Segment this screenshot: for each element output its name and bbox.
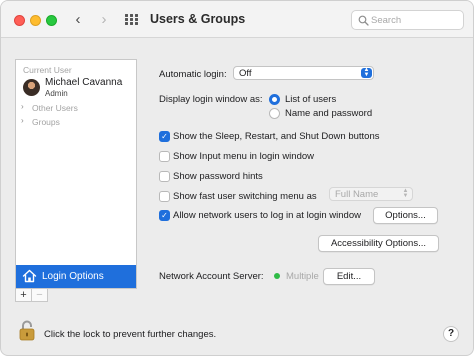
search-icon [358, 15, 369, 26]
show-all-grid-icon[interactable] [125, 14, 138, 25]
automatic-login-label: Automatic login: [159, 69, 227, 80]
lock-icon[interactable] [18, 319, 36, 341]
disclosure-chevron-icon[interactable]: › [21, 116, 24, 125]
fast-user-switching-label[interactable]: Show fast user switching menu as [173, 191, 317, 202]
status-dot [274, 273, 280, 279]
updown-chevron-icon: ▲ ▼ [361, 67, 372, 78]
show-sleep-restart-checkbox[interactable]: ✓ [159, 131, 170, 142]
lock-status-text: Click the lock to prevent further change… [44, 329, 217, 340]
disclosure-chevron-icon[interactable]: › [21, 102, 24, 111]
help-button[interactable]: ? [443, 326, 459, 342]
network-account-server-label: Network Account Server: [159, 271, 264, 282]
show-password-hints-label[interactable]: Show password hints [173, 171, 263, 182]
remove-user-button[interactable]: − [31, 289, 48, 302]
back-button[interactable]: ‹ [69, 11, 87, 29]
network-status-text: Multiple [286, 271, 319, 282]
close-window-button[interactable] [14, 15, 25, 26]
users-groups-window: ‹ › Users & Groups Current User Michael … [0, 0, 474, 356]
toolbar: ‹ › Users & Groups [1, 1, 473, 38]
display-login-window-label: Display login window as: [159, 94, 263, 105]
minimize-window-button[interactable] [30, 15, 41, 26]
allow-network-users-checkbox[interactable]: ✓ [159, 210, 170, 221]
current-user-header: Current User [23, 65, 72, 75]
automatic-login-value: Off [239, 68, 252, 79]
user-role: Admin [45, 89, 68, 98]
window-title: Users & Groups [150, 12, 246, 26]
add-user-button[interactable]: + [15, 289, 32, 302]
show-password-hints-checkbox[interactable] [159, 171, 170, 182]
sidebar-item-label: Other Users [32, 103, 78, 113]
avatar [23, 79, 40, 96]
show-input-menu-checkbox[interactable] [159, 151, 170, 162]
sidebar-button-bar: + − [15, 289, 137, 303]
options-button[interactable]: Options... [373, 207, 438, 224]
name-and-password-radio[interactable] [269, 108, 280, 119]
sidebar-item-label: Login Options [42, 271, 104, 282]
allow-network-users-label[interactable]: Allow network users to log in at login w… [173, 210, 361, 221]
updown-chevron-icon: ▲ ▼ [402, 188, 409, 199]
forward-button[interactable]: › [95, 11, 113, 29]
show-sleep-restart-label[interactable]: Show the Sleep, Restart, and Shut Down b… [173, 131, 380, 142]
automatic-login-popup[interactable]: Off ▲ ▼ [233, 66, 374, 80]
search-input[interactable] [371, 13, 459, 27]
accessibility-options-button[interactable]: Accessibility Options... [318, 235, 439, 252]
sidebar-item-label: Groups [32, 117, 60, 127]
edit-network-server-button[interactable]: Edit... [323, 268, 375, 285]
house-icon [22, 269, 37, 283]
user-list-sidebar: Current User Michael Cavanna Admin › Oth… [15, 59, 137, 289]
fast-user-switching-value: Full Name [335, 189, 379, 200]
list-of-users-label[interactable]: List of users [285, 94, 336, 105]
name-and-password-label[interactable]: Name and password [285, 108, 372, 119]
sidebar-item-login-options[interactable]: Login Options [16, 265, 136, 288]
user-name: Michael Cavanna [45, 77, 123, 88]
list-of-users-radio[interactable] [269, 94, 280, 105]
show-input-menu-label[interactable]: Show Input menu in login window [173, 151, 314, 162]
search-field[interactable] [351, 10, 464, 30]
fast-user-switching-checkbox[interactable] [159, 191, 170, 202]
fast-user-switching-popup[interactable]: Full Name ▲ ▼ [329, 187, 413, 201]
zoom-window-button[interactable] [46, 15, 57, 26]
